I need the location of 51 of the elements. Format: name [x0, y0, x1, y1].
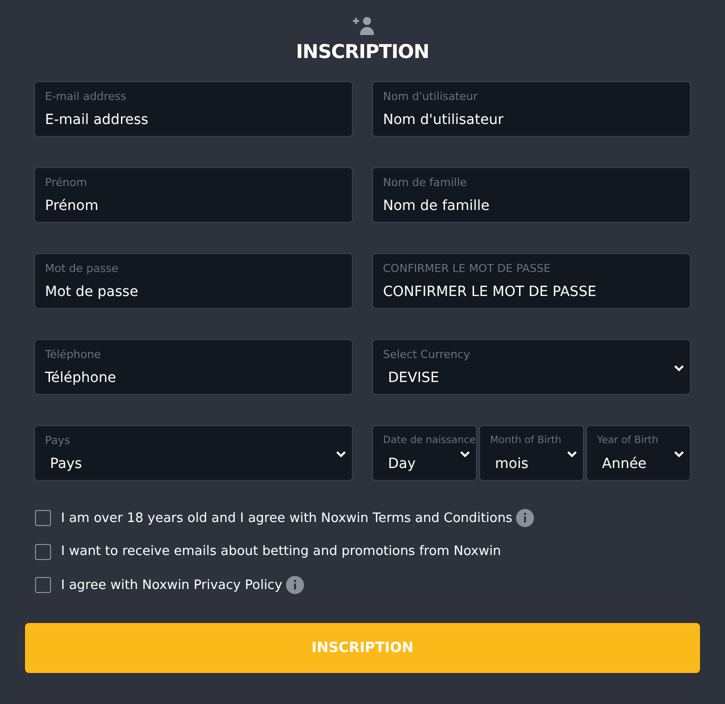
field-label: Nom de famille — [383, 174, 467, 190]
checkbox[interactable] — [35, 510, 51, 526]
field-label: Prénom — [45, 174, 87, 190]
info-icon[interactable] — [286, 576, 304, 594]
select-field[interactable]: Month of Birth mois — [479, 424, 584, 480]
input-field[interactable]: CONFIRMER LE MOT DE PASSE CONFIRMER LE MOT DE PASSE — [372, 252, 691, 308]
chevron-down-icon — [674, 364, 684, 372]
field-value: DEVISE — [388, 368, 440, 388]
chevron-down-icon — [567, 450, 577, 458]
input-field[interactable]: Nom de famille Nom de famille — [372, 166, 691, 222]
field-value: Prénom — [45, 196, 98, 216]
field-label: Nom d'utilisateur — [383, 88, 478, 104]
field-value: Day — [388, 454, 416, 474]
add-user-icon — [352, 16, 374, 36]
chevron-down-icon — [674, 450, 684, 458]
field-value: E-mail address — [45, 110, 148, 130]
field-label: CONFIRMER LE MOT DE PASSE — [383, 260, 551, 276]
input-field[interactable]: Prénom Prénom — [34, 166, 353, 222]
form-title: INSCRIPTION — [296, 40, 430, 65]
checkbox[interactable] — [35, 577, 51, 594]
select-field[interactable]: Year of Birth Année — [586, 424, 691, 480]
field-label: Mot de passe — [45, 260, 118, 276]
field-value: Mot de passe — [45, 282, 138, 302]
field-value: Nom de famille — [383, 196, 490, 216]
field-value: Téléphone — [45, 368, 116, 388]
field-value: CONFIRMER LE MOT DE PASSE — [383, 282, 596, 302]
checkbox-label: I agree with Noxwin Privacy Policy — [61, 576, 282, 594]
field-value: Nom d'utilisateur — [383, 110, 504, 130]
chevron-down-icon — [336, 450, 346, 458]
input-field[interactable]: Nom d'utilisateur Nom d'utilisateur — [372, 80, 691, 136]
field-value: Année — [602, 454, 647, 474]
input-field[interactable]: E-mail address E-mail address — [34, 80, 353, 136]
checkbox[interactable] — [35, 544, 51, 560]
field-label: Select Currency — [383, 346, 470, 362]
input-field[interactable]: Mot de passe Mot de passe — [34, 252, 353, 308]
field-label: Date de naissance — [383, 434, 476, 448]
chevron-down-icon — [460, 450, 470, 458]
field-label: Year of Birth — [597, 434, 658, 448]
select-field[interactable]: Select Currency DEVISE — [372, 338, 691, 394]
checkbox-label: I am over 18 years old and I agree with Noxwin Terms and Conditions — [61, 510, 512, 528]
field-label: E-mail address — [45, 88, 126, 104]
field-label: Month of Birth — [490, 434, 562, 448]
field-label: Téléphone — [45, 346, 101, 362]
checkbox-label: I want to receive emails about betting and promotions from Noxwin — [61, 543, 502, 561]
select-field[interactable]: Date de naissance Day — [372, 424, 477, 480]
info-icon[interactable] — [516, 509, 534, 528]
input-field[interactable]: Téléphone Téléphone — [34, 338, 353, 394]
field-value: mois — [495, 454, 528, 474]
select-field[interactable]: Pays Pays — [34, 424, 353, 480]
field-label: Pays — [45, 432, 70, 448]
field-value: Pays — [50, 454, 82, 474]
